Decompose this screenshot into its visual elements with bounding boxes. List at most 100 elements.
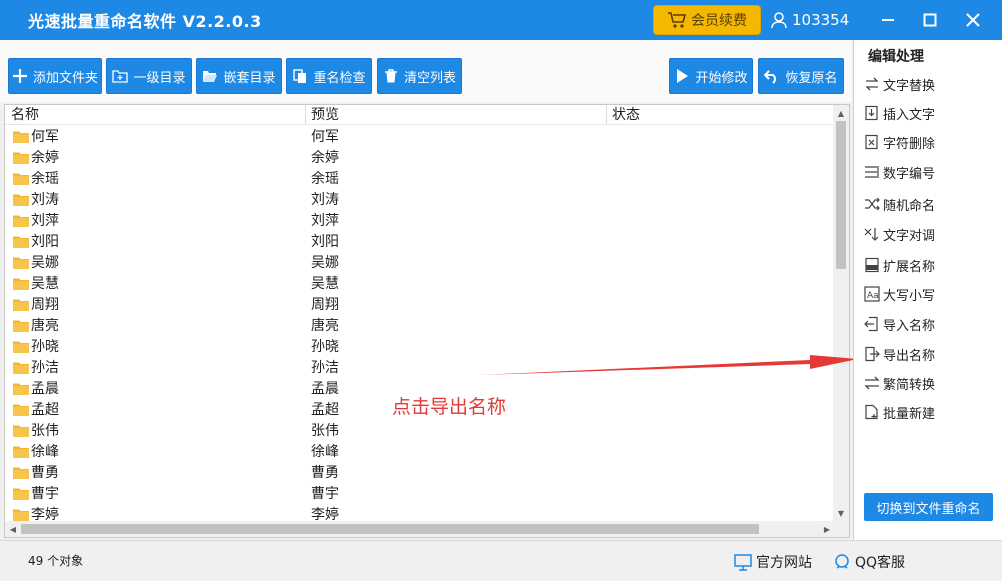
row-preview: 曹勇 (311, 465, 339, 481)
panel-item-label: 导入名称 (883, 318, 936, 334)
panel-item-extension[interactable]: 扩展名称 (864, 254, 994, 276)
panel-item-label: 文字替换 (883, 78, 936, 94)
website-label: 官方网站 (756, 555, 812, 571)
panel-item-number[interactable]: 数字编号 (864, 161, 994, 183)
table-row[interactable]: 张伟 张伟 (5, 421, 835, 442)
vip-renew-button[interactable]: 会员续费 (653, 5, 761, 35)
row-preview: 唐亮 (311, 318, 339, 334)
folder-icon (13, 173, 29, 185)
start-modify-label: 开始修改 (695, 70, 748, 86)
panel-item-label: 大写小写 (883, 288, 936, 304)
column-header-preview[interactable]: 预览 (305, 105, 339, 125)
column-header-status[interactable]: 状态 (606, 105, 640, 125)
folder-icon (13, 509, 29, 521)
table-row[interactable]: 周翔 周翔 (5, 295, 835, 316)
table-row[interactable]: 徐峰 徐峰 (5, 442, 835, 463)
table-row[interactable]: 刘萍 刘萍 (5, 211, 835, 232)
nested-dir-button[interactable]: 嵌套目录 (196, 58, 282, 94)
start-modify-button[interactable]: 开始修改 (669, 58, 753, 94)
table-row[interactable]: 刘阳 刘阳 (5, 232, 835, 253)
horizontal-scroll-thumb[interactable] (21, 524, 759, 534)
table-row[interactable]: 曹勇 曹勇 (5, 463, 835, 484)
panel-title: 编辑处理 (868, 49, 924, 65)
folder-icon (13, 299, 29, 311)
row-name: 唐亮 (31, 318, 59, 334)
row-name: 孟超 (31, 402, 59, 418)
row-preview: 张伟 (311, 423, 339, 439)
table-row[interactable]: 余瑶 余瑶 (5, 169, 835, 190)
clear-list-button[interactable]: 清空列表 (377, 58, 462, 94)
folder-icon (13, 341, 29, 353)
panel-item-replace-text[interactable]: 文字替换 (864, 73, 994, 95)
row-name: 孙晓 (31, 339, 59, 355)
row-name: 张伟 (31, 423, 59, 439)
minimize-button[interactable] (873, 6, 903, 34)
first-level-button[interactable]: 一级目录 (106, 58, 192, 94)
row-preview: 吴娜 (311, 255, 339, 271)
panel-item-label: 字符删除 (883, 136, 936, 152)
scroll-down-icon[interactable]: ▼ (833, 505, 849, 521)
table-row[interactable]: 吴慧 吴慧 (5, 274, 835, 295)
row-name: 何军 (31, 129, 59, 145)
scroll-left-icon[interactable]: ◀ (5, 521, 21, 537)
object-count: 49 个对象 (28, 554, 84, 568)
table-row[interactable]: 何军 何军 (5, 127, 835, 148)
copy-icon (293, 69, 307, 83)
vertical-scroll-thumb[interactable] (836, 121, 846, 269)
row-preview: 周翔 (311, 297, 339, 313)
folder-icon (13, 278, 29, 290)
insert-text-icon (865, 105, 878, 121)
restore-name-button[interactable]: 恢复原名 (758, 58, 844, 94)
folder-open-icon (203, 71, 218, 82)
switch-to-file-rename-button[interactable]: 切换到文件重命名 (864, 493, 993, 521)
table-row[interactable]: 李婷 李婷 (5, 505, 835, 521)
row-preview: 余婷 (311, 150, 339, 166)
folder-icon (13, 467, 29, 479)
list-header: 名称 预览 状态 (5, 105, 835, 125)
scroll-corner (833, 521, 849, 537)
vertical-scrollbar[interactable]: ▲ ▼ (833, 105, 849, 521)
horizontal-scrollbar[interactable]: ◀ ▶ (5, 521, 835, 537)
panel-item-swap-text[interactable]: 文字对调 (864, 223, 994, 245)
qq-support-link[interactable]: QQ客服 (832, 551, 905, 573)
panel-item-label: 文字对调 (883, 228, 936, 244)
clear-list-label: 清空列表 (403, 70, 456, 86)
panel-item-convert[interactable]: 繁简转换 (864, 372, 994, 394)
panel-item-case[interactable]: Aa 大写小写 (864, 283, 994, 305)
panel-item-delete-char[interactable]: 字符删除 (864, 131, 994, 153)
column-header-name[interactable]: 名称 (5, 105, 39, 125)
official-website-link[interactable]: 官方网站 (733, 551, 812, 573)
panel-item-import-name[interactable]: 导入名称 (864, 313, 994, 335)
import-icon (864, 316, 878, 332)
table-row[interactable]: 吴娜 吴娜 (5, 253, 835, 274)
rename-check-button[interactable]: 重名检查 (286, 58, 372, 94)
maximize-button[interactable] (915, 6, 945, 34)
table-row[interactable]: 刘涛 刘涛 (5, 190, 835, 211)
trash-icon (384, 69, 397, 83)
qq-icon (835, 554, 849, 569)
folder-icon (13, 446, 29, 458)
user-account[interactable]: 103354 (770, 9, 849, 31)
panel-item-random-name[interactable]: 随机命名 (864, 193, 994, 215)
table-row[interactable]: 余婷 余婷 (5, 148, 835, 169)
add-folder-button[interactable]: 添加文件夹 (8, 58, 102, 94)
folder-icon (13, 404, 29, 416)
panel-item-batch-new[interactable]: 批量新建 (864, 401, 994, 423)
panel-item-insert-text[interactable]: 插入文字 (864, 102, 994, 124)
row-preview: 曹宇 (311, 486, 339, 502)
row-preview: 余瑶 (311, 171, 339, 187)
row-preview: 吴慧 (311, 276, 339, 292)
table-row[interactable]: 唐亮 唐亮 (5, 316, 835, 337)
panel-item-export-name[interactable]: 导出名称 (864, 343, 994, 365)
minimize-icon (882, 19, 894, 21)
row-preview: 刘阳 (311, 234, 339, 250)
table-row[interactable]: 曹宇 曹宇 (5, 484, 835, 505)
file-list[interactable]: 名称 预览 状态 何军 何军 余婷 余婷 余瑶 余瑶 刘涛 刘涛 刘萍 刘萍 刘阳 刘阳 吴娜 吴娜 吴慧吴… (4, 104, 850, 538)
scroll-up-icon[interactable]: ▲ (833, 105, 849, 121)
folder-icon (13, 320, 29, 332)
row-preview: 孟晨 (311, 381, 339, 397)
cart-icon (668, 12, 687, 28)
user-icon (771, 12, 787, 29)
close-button[interactable] (958, 6, 988, 34)
row-preview: 何军 (311, 129, 339, 145)
